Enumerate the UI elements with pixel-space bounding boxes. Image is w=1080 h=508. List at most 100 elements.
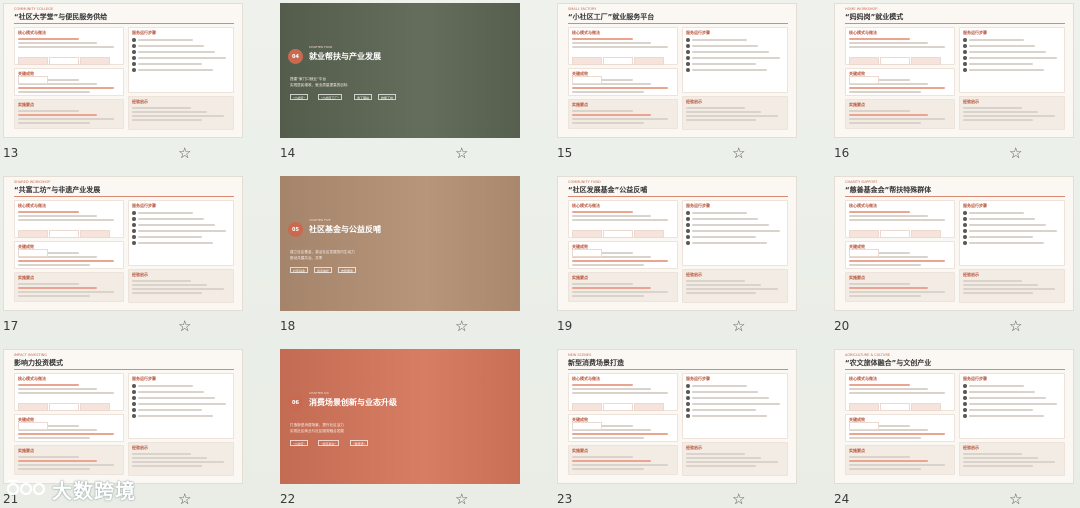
mini-card xyxy=(18,403,48,411)
slide-thumbnail[interactable]: AGRICULTURE & CULTURE “农文旅体融合”与文创产业 核心模式与做… xyxy=(834,349,1074,484)
text-line xyxy=(849,283,911,285)
box-heading: 服务运行步骤 xyxy=(963,376,987,381)
step-row xyxy=(686,414,784,418)
text-line xyxy=(132,461,225,463)
slide-thumbnail[interactable]: SHARED WORKSHOP “共富工坊”与非遗产业发展 核心模式与做法 关键成效实… xyxy=(3,176,243,311)
box-heading: 关键成效 xyxy=(18,244,34,249)
slide-title: “小社区工厂”就业服务平台 xyxy=(568,13,655,21)
key-points-box: 实施要点 xyxy=(845,272,955,302)
step-text xyxy=(138,51,215,53)
text-line xyxy=(849,291,945,293)
step-text xyxy=(692,385,747,387)
favorite-star-icon[interactable]: ☆ xyxy=(732,317,745,335)
text-line xyxy=(849,215,928,217)
step-number-icon xyxy=(132,38,136,42)
text-line xyxy=(572,456,634,458)
mini-card xyxy=(18,57,48,65)
step-row xyxy=(132,414,230,418)
text-line xyxy=(963,457,1039,459)
favorite-star-icon[interactable]: ☆ xyxy=(1009,144,1022,162)
slide-thumbnail[interactable]: HOME WORKSHOP “妈妈岗”就业模式 核心模式与做法 关键成效 实施要点 服务运… xyxy=(834,3,1074,138)
section-subtitle: 搭建“家门口就业”平台 xyxy=(290,77,327,81)
favorite-star-icon[interactable]: ☆ xyxy=(732,490,745,508)
title-rule xyxy=(568,23,788,24)
mini-card xyxy=(572,230,602,238)
step-number-icon xyxy=(686,223,690,227)
favorite-star-icon[interactable]: ☆ xyxy=(178,144,191,162)
slide-number: 18 xyxy=(280,319,296,333)
slide-cell: NEW SCENES 新型消费场景打造 核心模式与做法 关键成效 实施要点 服务运行步骤经… xyxy=(557,349,797,508)
step-text xyxy=(138,409,202,411)
text-line xyxy=(963,288,1056,290)
text-line xyxy=(18,456,80,458)
text-line xyxy=(572,42,651,44)
slide-number: 13 xyxy=(3,146,19,160)
text-line xyxy=(849,456,911,458)
text-line xyxy=(686,280,745,282)
step-row xyxy=(132,241,230,245)
text-line xyxy=(572,219,668,221)
favorite-star-icon[interactable]: ☆ xyxy=(455,317,468,335)
text-line xyxy=(849,464,945,466)
favorite-star-icon[interactable]: ☆ xyxy=(455,490,468,508)
step-number-icon xyxy=(686,56,690,60)
slide-title: 新型消费场景打造 xyxy=(568,359,624,367)
text-line xyxy=(963,292,1033,294)
section-pill: “小社区” xyxy=(290,440,309,446)
slide-thumbnail[interactable]: CHARITY SUPPORT “慈善基金会”帮扶特殊群体 核心模式与做法 关键成效实… xyxy=(834,176,1074,311)
favorite-star-icon[interactable]: ☆ xyxy=(732,144,745,162)
text-line xyxy=(572,118,668,120)
slide-thumbnail[interactable]: COMMUNITY COLLEGE “社区大学堂”与便民服务供给 核心模式与做法 关键… xyxy=(3,3,243,138)
step-text xyxy=(692,397,769,399)
step-text xyxy=(969,45,1035,47)
text-line xyxy=(849,42,928,44)
step-row xyxy=(686,217,784,221)
slide-thumbnail[interactable]: 06 CHAPTER SIX 消费场景创新与业态升级 打造新型消费场景，提升社区活力实… xyxy=(280,349,520,484)
section-title: 就业帮扶与产业发展 xyxy=(309,52,381,61)
box-heading: 服务运行步骤 xyxy=(686,30,710,35)
title-rule xyxy=(14,369,234,370)
favorite-star-icon[interactable]: ☆ xyxy=(455,144,468,162)
text-line xyxy=(686,461,779,463)
step-number-icon xyxy=(132,396,136,400)
box-heading: 实施要点 xyxy=(849,448,865,453)
step-text xyxy=(138,224,215,226)
insight-box: 经验启示 xyxy=(959,269,1065,303)
mini-card xyxy=(572,76,602,84)
text-line xyxy=(18,264,91,266)
mini-card xyxy=(18,422,48,430)
text-line xyxy=(849,38,911,40)
step-text xyxy=(138,403,226,405)
box-heading: 实施要点 xyxy=(849,102,865,107)
text-line xyxy=(572,437,645,439)
text-line xyxy=(963,107,1022,109)
slide-thumbnail[interactable]: SMALL FACTORY “小社区工厂”就业服务平台 核心模式与做法 关键成效 实施要… xyxy=(557,3,797,138)
step-number-icon xyxy=(132,390,136,394)
favorite-star-icon[interactable]: ☆ xyxy=(178,490,191,508)
slide-tag: IMPACT INVESTING xyxy=(14,353,47,357)
favorite-star-icon[interactable]: ☆ xyxy=(1009,490,1022,508)
slide-thumbnail[interactable]: 04 CHAPTER FOUR 就业帮扶与产业发展 搭建“家门口就业”平台 实现居民增收… xyxy=(280,3,520,138)
mini-card xyxy=(849,403,879,411)
mini-card xyxy=(911,403,941,411)
step-text xyxy=(692,57,780,59)
slide-thumbnail[interactable]: COMMUNITY FUND “社区发展基金”公益反哺 核心模式与做法 关键成效 实施要… xyxy=(557,176,797,311)
right-column: 服务运行步骤 经验启示 xyxy=(128,200,234,304)
slide-thumbnail[interactable]: IMPACT INVESTING 影响力投资模式 核心模式与做法 关键成效 实施要点 服务… xyxy=(3,349,243,484)
insight-box: 经验启示 xyxy=(128,269,234,303)
step-text xyxy=(692,236,756,238)
text-line xyxy=(132,280,191,282)
left-column: 核心模式与做法 关键成效 实施要点 xyxy=(845,27,955,131)
slide-thumbnail[interactable]: 05 CHAPTER FIVE 社区基金与公益反哺 建立社区基金，激活社区发展的内生动… xyxy=(280,176,520,311)
text-line xyxy=(132,465,202,467)
step-text xyxy=(138,69,213,71)
slide-thumbnail[interactable]: NEW SCENES 新型消费场景打造 核心模式与做法 关键成效 实施要点 服务运行步骤经… xyxy=(557,349,797,484)
text-line xyxy=(572,464,668,466)
text-line xyxy=(18,295,91,297)
step-number-icon xyxy=(963,390,967,394)
favorite-star-icon[interactable]: ☆ xyxy=(178,317,191,335)
right-column: 服务运行步骤 经验启示 xyxy=(682,200,788,304)
step-row xyxy=(963,241,1061,245)
box-heading: 实施要点 xyxy=(572,102,588,107)
favorite-star-icon[interactable]: ☆ xyxy=(1009,317,1022,335)
